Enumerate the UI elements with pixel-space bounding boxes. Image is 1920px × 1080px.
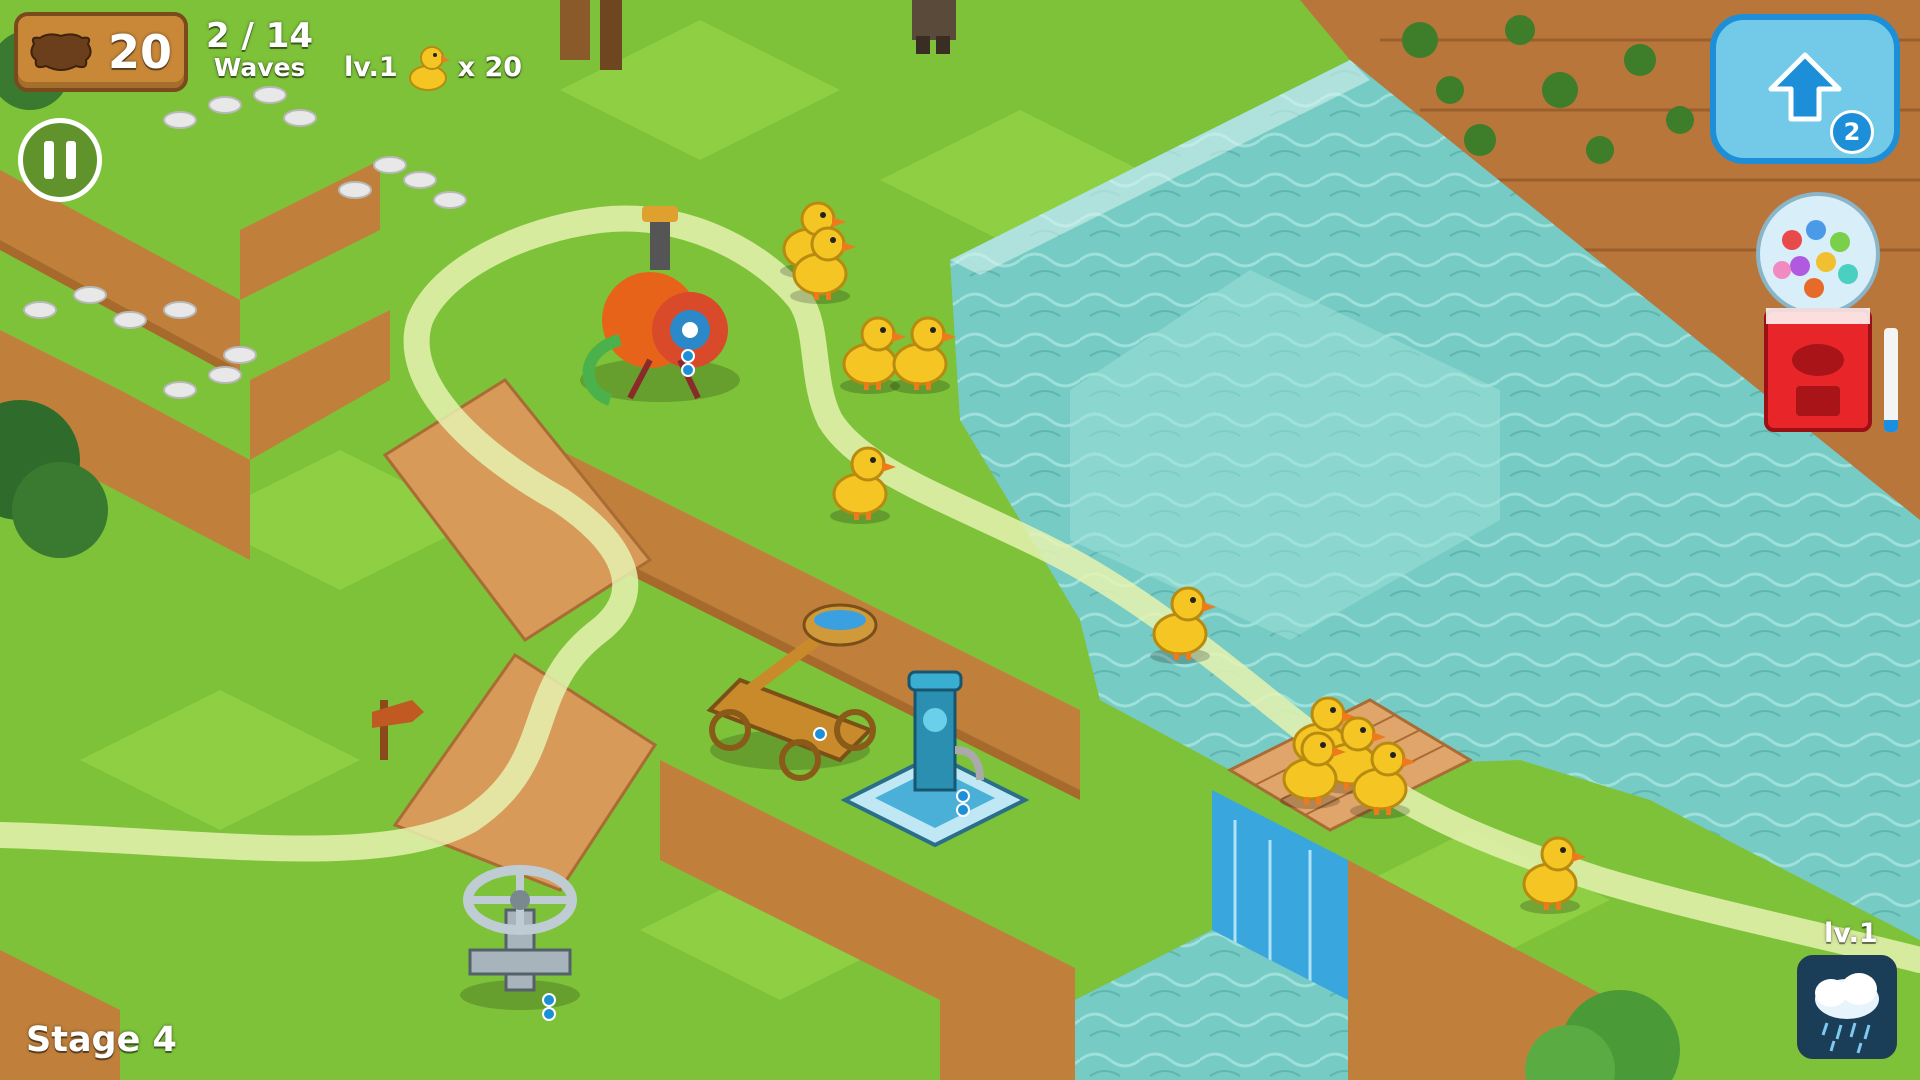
pause-button[interactable] — [18, 118, 102, 202]
gacha-progress-meter — [1884, 328, 1898, 432]
leather-hide-icon — [30, 33, 92, 71]
wave-count: 2 / 14 — [206, 16, 314, 56]
gumball-machine-button[interactable] — [1752, 190, 1884, 440]
enemy-count: x 20 — [457, 51, 523, 83]
yellow-duck-icon — [408, 46, 450, 91]
upgrade-count-badge: 2 — [1830, 110, 1874, 154]
up-arrow-icon — [1768, 52, 1842, 122]
wave-label: Waves — [213, 53, 306, 82]
weather-level: lv.1 — [1824, 918, 1878, 949]
rain-cloud-icon — [1801, 959, 1893, 1055]
gumball-machine-icon — [1756, 192, 1880, 432]
pause-icon — [44, 141, 54, 179]
enemy-level: lv.1 — [344, 51, 398, 83]
stage-label: Stage 4 — [26, 1020, 177, 1060]
enemy-info: lv.1 x 20 — [344, 42, 522, 92]
currency-value: 20 — [108, 25, 173, 79]
upgrade-button[interactable]: 2 — [1710, 14, 1900, 164]
game-map[interactable] — [0, 0, 1920, 1080]
weather-ability-button[interactable] — [1797, 955, 1897, 1059]
currency-counter: 20 — [14, 12, 188, 92]
game-screen[interactable]: 20 2 / 14 Waves lv.1 x 20 2 lv.1 Stage 4 — [0, 0, 1920, 1080]
gacha-progress-fill — [1884, 419, 1898, 432]
wave-counter: 2 / 14 Waves — [206, 18, 313, 82]
